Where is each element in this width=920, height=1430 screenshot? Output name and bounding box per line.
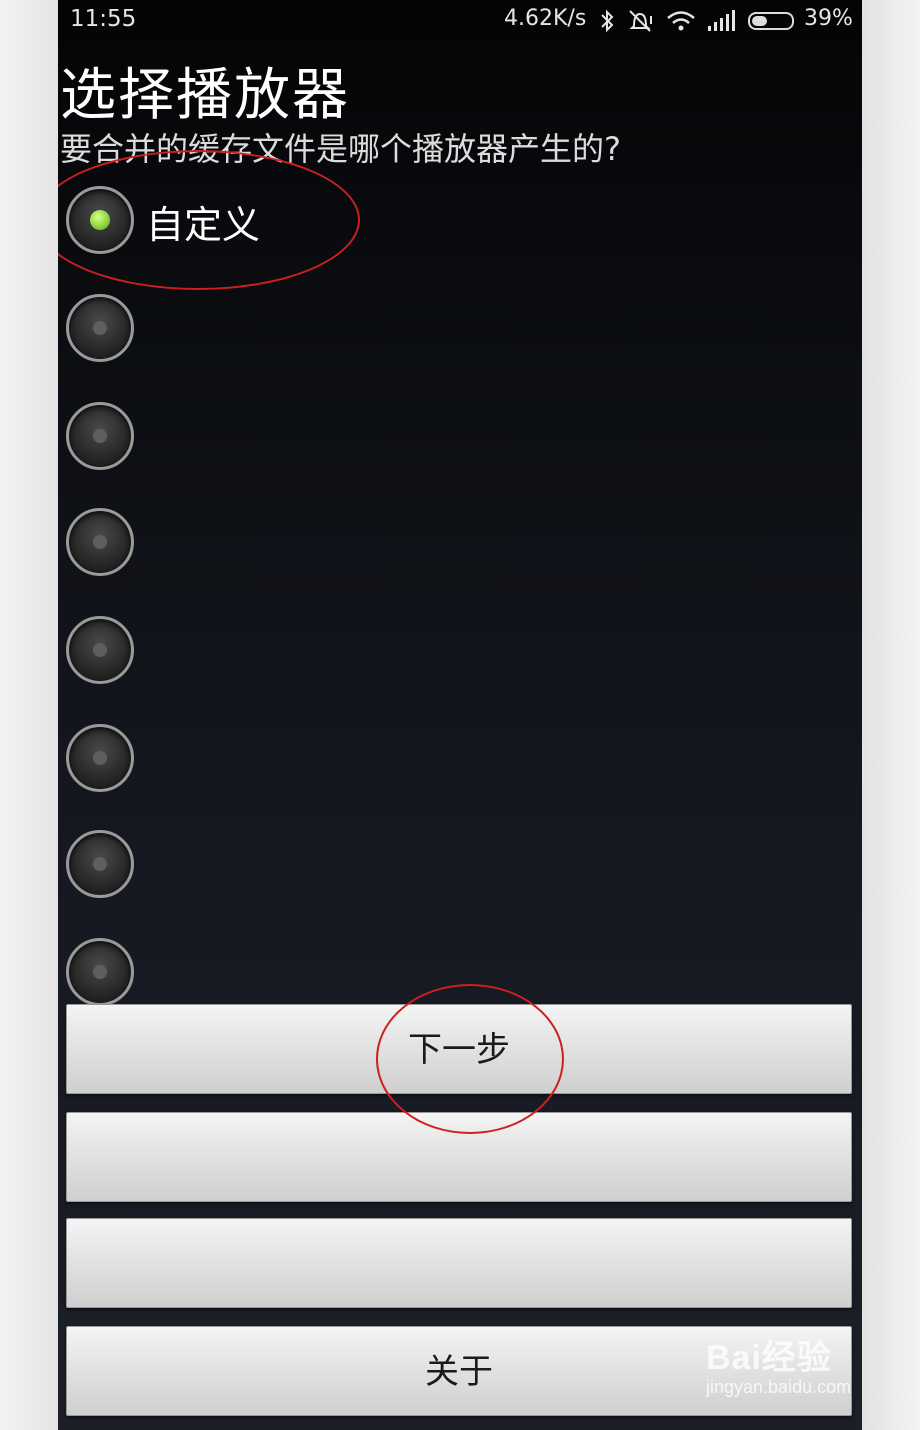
radio-dot bbox=[93, 535, 107, 549]
radio-button[interactable] bbox=[66, 938, 134, 1006]
dialog-title: 选择播放器 bbox=[60, 63, 350, 128]
about-button-label: 关于 bbox=[425, 1352, 493, 1392]
vibrate-off-icon bbox=[629, 10, 652, 32]
phone-screen: 11:55 4.62K/s 39% 选择播放器 要合并的缓存文件是哪个播放器产生… bbox=[58, 0, 862, 1430]
option-3[interactable] bbox=[58, 390, 862, 490]
radio-dot bbox=[93, 965, 107, 979]
radio-button[interactable] bbox=[66, 402, 134, 470]
option-6[interactable] bbox=[58, 712, 862, 812]
option-5[interactable] bbox=[58, 604, 862, 704]
battery-percent: 39% bbox=[804, 6, 853, 31]
outer-frame-right bbox=[862, 0, 920, 1430]
option-4[interactable] bbox=[58, 496, 862, 596]
option-2[interactable] bbox=[58, 282, 862, 382]
radio-button[interactable] bbox=[66, 616, 134, 684]
outer-frame-left bbox=[0, 0, 58, 1430]
annotation-circle-next bbox=[376, 984, 564, 1134]
signal-icon bbox=[708, 10, 735, 31]
wifi-icon bbox=[667, 11, 695, 31]
radio-dot bbox=[93, 643, 107, 657]
status-bar: 11:55 4.62K/s 39% bbox=[58, 0, 862, 44]
status-time: 11:55 bbox=[70, 6, 137, 32]
radio-dot bbox=[93, 321, 107, 335]
radio-dot bbox=[93, 751, 107, 765]
action-button-3[interactable] bbox=[66, 1218, 852, 1308]
radio-button[interactable] bbox=[66, 294, 134, 362]
option-7[interactable] bbox=[58, 818, 862, 918]
battery-level bbox=[752, 16, 767, 26]
baidu-watermark: Bai经验 jingyan.baidu.com bbox=[706, 1330, 851, 1398]
battery-icon bbox=[748, 12, 794, 30]
radio-button[interactable] bbox=[66, 830, 134, 898]
watermark-brand: Bai经验 bbox=[706, 1339, 832, 1377]
radio-dot bbox=[93, 857, 107, 871]
radio-button[interactable] bbox=[66, 724, 134, 792]
radio-button[interactable] bbox=[66, 508, 134, 576]
bluetooth-icon bbox=[601, 9, 614, 33]
watermark-url: jingyan.baidu.com bbox=[706, 1377, 852, 1397]
network-speed: 4.62K/s bbox=[504, 6, 587, 31]
radio-dot bbox=[93, 429, 107, 443]
